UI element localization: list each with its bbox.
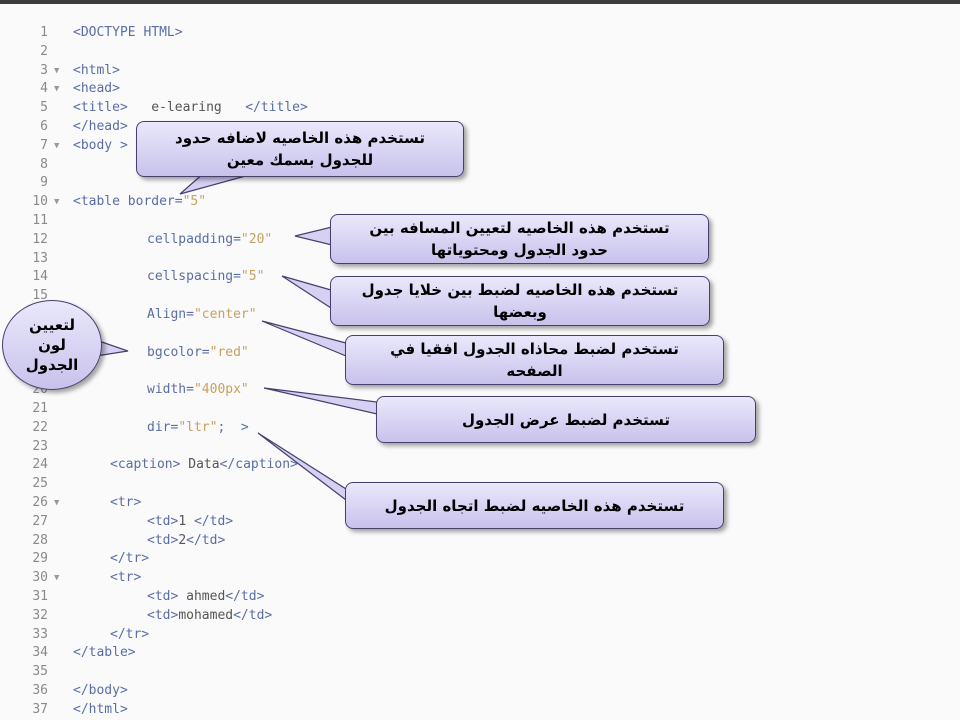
callout-bgcolor: لتعيين لون الجدول (2, 300, 102, 390)
callout-cellpadding: تستخدم هذه الخاصيه لتعيين المسافه بين حدو… (330, 214, 709, 264)
pointer-width (263, 387, 378, 415)
pointer-align (261, 320, 347, 357)
pointer-dir (257, 432, 347, 502)
callout-cellspacing: تستخدم هذه الخاصيه لضبط بين خلايا جدول وب… (330, 276, 710, 326)
callout-border: تستخدم هذه الخاصيه لاضافه حدود للجدول بسم… (136, 121, 464, 177)
callout-width: تستخدم لضبط عرض الجدول (376, 396, 756, 443)
pointer-cellspacing (281, 275, 332, 310)
callout-dir: تستخدم هذه الخاصيه لضبط اتجاه الجدول (345, 482, 724, 529)
callout-align: تستخدم لضبط محاذاه الجدول افقيا في الصفحه (345, 335, 724, 385)
